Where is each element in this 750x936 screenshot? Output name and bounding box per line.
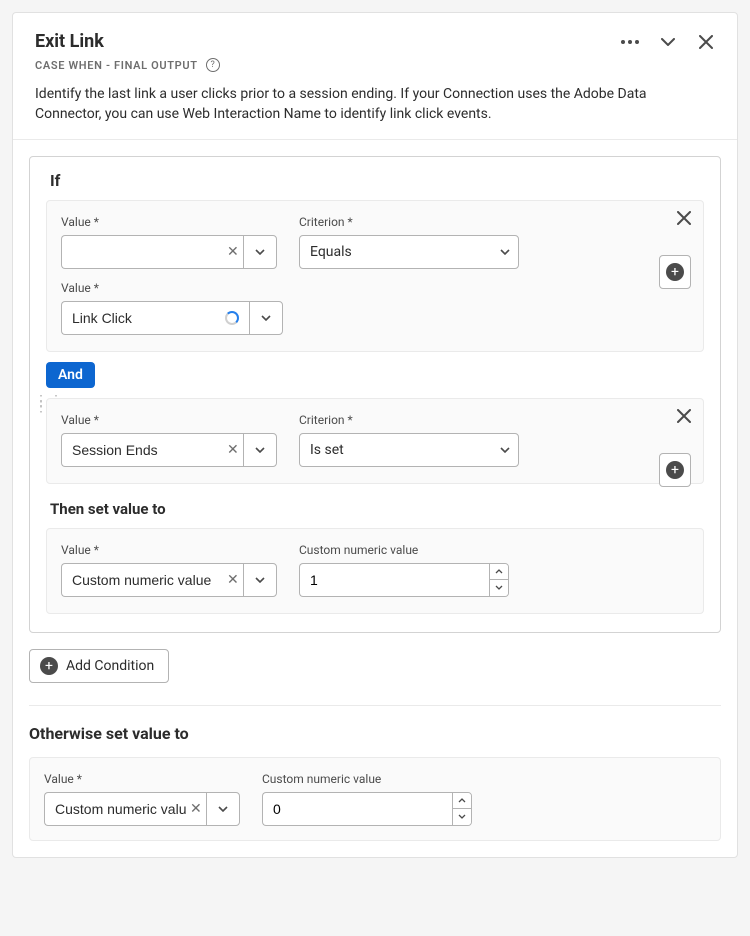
drag-handle-icon[interactable]: ⋮⋮⋮⋮ — [34, 398, 42, 410]
value-label: Value — [61, 413, 277, 427]
criterion-value-2: Is set — [310, 442, 344, 458]
plus-icon: + — [40, 657, 58, 675]
panel-header: Exit Link CASE WHEN - FINAL OUTPUT ? Ide… — [13, 13, 737, 139]
panel-body: If + Value ✕ — [13, 139, 737, 857]
if-label: If — [50, 171, 704, 190]
dropdown-button[interactable] — [243, 235, 277, 269]
then-value-type-combobox[interactable]: ✕ — [61, 563, 277, 597]
value-input-2[interactable] — [61, 433, 251, 467]
remove-condition-icon[interactable] — [677, 211, 691, 229]
then-numeric-input[interactable] — [299, 563, 489, 597]
otherwise-numeric-stepper[interactable] — [262, 792, 472, 826]
value-label: Value — [61, 215, 277, 229]
dropdown-button[interactable] — [243, 563, 277, 597]
condition-card-2: + Value ✕ Criterion — [46, 398, 704, 484]
subtitle-row: CASE WHEN - FINAL OUTPUT ? — [35, 58, 715, 72]
then-card: Value ✕ Custom numeric value — [46, 528, 704, 614]
panel-actions — [621, 33, 715, 51]
then-numeric-stepper[interactable] — [299, 563, 509, 597]
otherwise-value-type-combobox[interactable]: ✕ — [44, 792, 240, 826]
value-label: Value — [44, 772, 240, 786]
value-label: Value — [61, 543, 277, 557]
criterion-select-2[interactable]: Is set — [299, 433, 519, 467]
step-up-button[interactable] — [453, 793, 471, 810]
criterion-label: Criterion — [299, 215, 519, 229]
and-operator[interactable]: And — [46, 362, 95, 388]
then-label: Then set value to — [50, 500, 704, 518]
separator — [29, 705, 721, 706]
step-up-button[interactable] — [490, 564, 508, 581]
add-row-button[interactable]: + — [659, 453, 691, 487]
value-input-1b[interactable] — [61, 301, 251, 335]
plus-icon: + — [666, 263, 684, 281]
loading-icon — [225, 311, 239, 325]
then-value-type-input[interactable] — [61, 563, 251, 597]
step-down-button[interactable] — [453, 809, 471, 825]
plus-icon: + — [666, 461, 684, 479]
description: Identify the last link a user clicks pri… — [35, 84, 715, 125]
value-combobox-1a[interactable]: ✕ — [61, 235, 277, 269]
panel-title: Exit Link — [35, 31, 104, 52]
criterion-value-1: Equals — [310, 244, 352, 260]
clear-icon[interactable]: ✕ — [227, 572, 243, 588]
panel-title-row: Exit Link — [35, 31, 715, 52]
dropdown-button[interactable] — [243, 433, 277, 467]
criterion-select-1[interactable]: Equals — [299, 235, 519, 269]
clear-icon[interactable]: ✕ — [190, 801, 206, 817]
exit-link-panel: Exit Link CASE WHEN - FINAL OUTPUT ? Ide… — [12, 12, 738, 858]
close-icon[interactable] — [697, 33, 715, 51]
value-label: Value — [61, 281, 689, 295]
condition-card-1: + Value ✕ Criterion — [46, 200, 704, 352]
otherwise-numeric-input[interactable] — [262, 792, 452, 826]
add-row-button[interactable]: + — [659, 255, 691, 289]
more-icon[interactable] — [621, 33, 639, 51]
custom-numeric-label: Custom numeric value — [262, 772, 472, 786]
if-block: If + Value ✕ — [29, 156, 721, 633]
add-condition-button[interactable]: + Add Condition — [29, 649, 169, 683]
otherwise-value-type-input[interactable] — [44, 792, 214, 826]
value-input-1a[interactable] — [61, 235, 251, 269]
clear-icon[interactable]: ✕ — [227, 442, 243, 458]
add-condition-label: Add Condition — [66, 658, 154, 674]
subtitle: CASE WHEN - FINAL OUTPUT — [35, 59, 198, 72]
otherwise-label: Otherwise set value to — [29, 724, 721, 743]
collapse-icon[interactable] — [659, 33, 677, 51]
remove-condition-icon[interactable] — [677, 409, 691, 427]
clear-icon[interactable]: ✕ — [227, 244, 243, 260]
help-icon[interactable]: ? — [206, 58, 220, 72]
criterion-label: Criterion — [299, 413, 519, 427]
dropdown-button[interactable] — [249, 301, 283, 335]
value-combobox-2[interactable]: ✕ — [61, 433, 277, 467]
otherwise-card: Value ✕ Custom numeric value — [29, 757, 721, 841]
dropdown-button[interactable] — [206, 792, 240, 826]
custom-numeric-label: Custom numeric value — [299, 543, 509, 557]
step-down-button[interactable] — [490, 580, 508, 596]
value-combobox-1b[interactable] — [61, 301, 689, 335]
